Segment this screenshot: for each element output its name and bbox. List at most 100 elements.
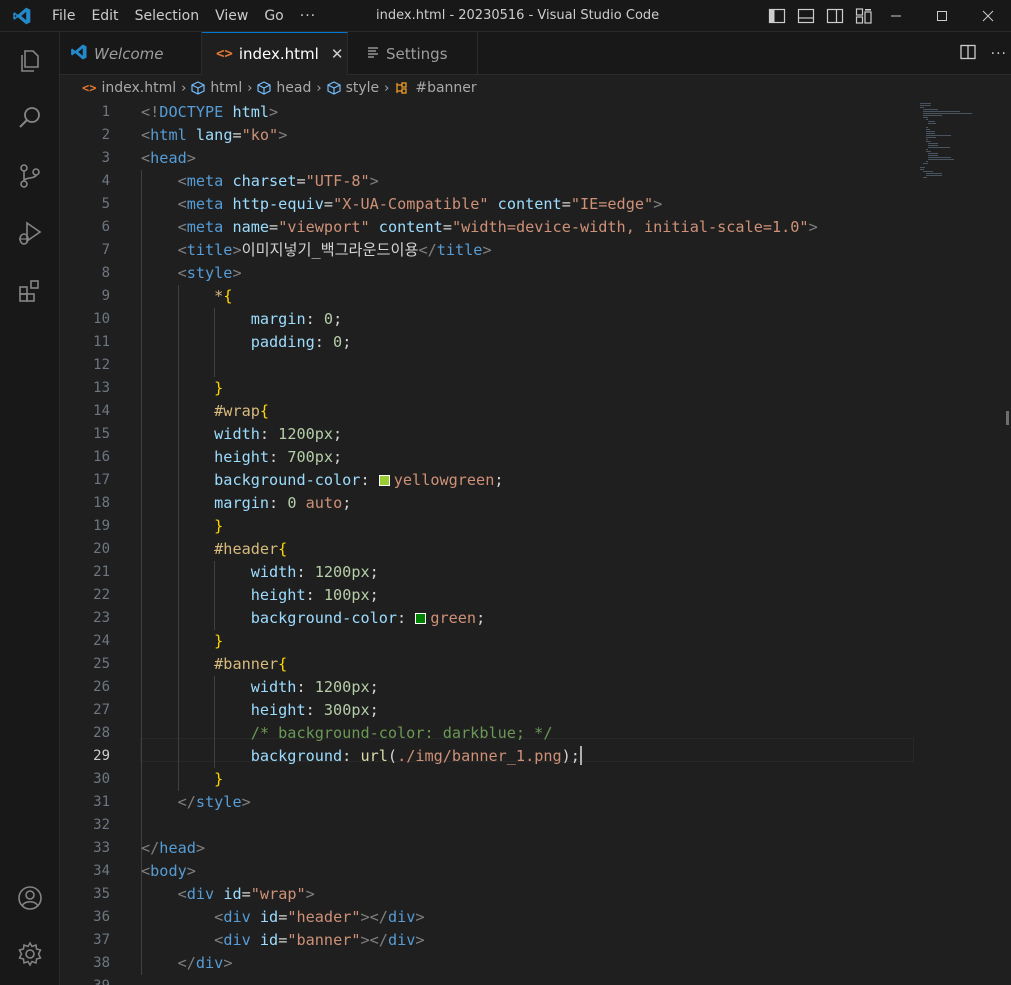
line-number: 27 — [93, 702, 110, 718]
code-line[interactable]: </style> — [141, 791, 251, 814]
line-number: 5 — [101, 196, 110, 212]
line-number: 33 — [93, 840, 110, 856]
line-number: 19 — [93, 518, 110, 534]
extensions-icon[interactable] — [0, 267, 60, 315]
line-number: 29 — [93, 748, 110, 764]
source-control-icon[interactable] — [0, 152, 60, 200]
breadcrumb-item-file[interactable]: <> index.html — [82, 80, 176, 96]
code-token: html — [232, 103, 270, 121]
code-token: div — [387, 908, 416, 926]
code-line[interactable]: <meta name="viewport" content="width=dev… — [141, 216, 818, 239]
accounts-icon[interactable] — [0, 874, 60, 922]
code-line[interactable]: background: url(./img/banner_1.png); — [141, 745, 582, 768]
code-line[interactable]: <body> — [141, 860, 196, 883]
breadcrumb-item-html[interactable]: html — [191, 80, 242, 96]
minimap[interactable] — [918, 101, 998, 221]
toggle-panel-icon[interactable] — [797, 7, 815, 25]
code-line[interactable]: #header{ — [141, 538, 287, 561]
code-line[interactable]: </head> — [141, 837, 205, 860]
code-line[interactable]: <div id="banner"></div> — [141, 929, 424, 952]
editor-scrollbar[interactable] — [997, 101, 1011, 985]
tab-label: Settings — [386, 44, 448, 63]
code-line[interactable]: margin: 0 auto; — [141, 492, 351, 515]
tab-index-html[interactable]: <> index.html ✕ — [202, 32, 348, 75]
code-token: = — [241, 885, 251, 903]
search-icon[interactable] — [0, 94, 60, 142]
code-line[interactable]: /* background-color: darkblue; */ — [141, 722, 553, 745]
code-line[interactable]: padding: 0; — [141, 331, 352, 354]
breadcrumb-item-head[interactable]: head — [257, 80, 311, 96]
code-line[interactable]: <div id="header"></div> — [141, 906, 424, 929]
code-token: height — [214, 448, 270, 466]
code-line[interactable]: background-color: yellowgreen; — [141, 469, 503, 492]
code-line[interactable]: width: 1200px; — [141, 423, 342, 446]
manage-gear-icon[interactable] — [0, 930, 60, 978]
minimap-line — [920, 105, 932, 106]
more-actions-icon[interactable]: ··· — [991, 46, 1007, 62]
color-swatch[interactable] — [378, 475, 390, 486]
code-line[interactable]: height: 700px; — [141, 446, 342, 469]
code-line[interactable]: } — [141, 630, 223, 653]
close-window-button[interactable] — [965, 0, 1011, 32]
code-line[interactable]: <meta charset="UTF-8"> — [141, 170, 379, 193]
code-line[interactable]: } — [141, 377, 223, 400]
maximize-button[interactable] — [919, 0, 965, 32]
breadcrumb-item-style[interactable]: style — [326, 80, 379, 96]
close-icon[interactable]: ✕ — [331, 45, 344, 63]
code-line[interactable]: #banner{ — [141, 653, 287, 676]
cube-symbol-icon — [257, 81, 272, 95]
menu-edit[interactable]: Edit — [83, 0, 126, 32]
color-swatch[interactable] — [415, 613, 427, 624]
code-line[interactable]: } — [141, 515, 223, 538]
toggle-secondary-sidebar-icon[interactable] — [826, 7, 844, 25]
code-token: < — [177, 195, 187, 213]
code-token: DOCTYPE — [159, 103, 224, 121]
code-line[interactable]: </div> — [141, 952, 233, 975]
code-line[interactable]: width: 1200px; — [141, 676, 379, 699]
code-line[interactable]: width: 1200px; — [141, 561, 379, 584]
tab-welcome[interactable]: Welcome — [60, 32, 202, 75]
code-line[interactable]: #wrap{ — [141, 400, 269, 423]
code-line[interactable]: <div id="wrap"> — [141, 883, 315, 906]
toggle-primary-sidebar-icon[interactable] — [768, 7, 786, 25]
menu-file[interactable]: File — [44, 0, 83, 32]
code-line[interactable]: background-color: green; — [141, 607, 485, 630]
code-line[interactable]: <title>이미지넣기_백그라운드이용</title> — [141, 239, 492, 262]
code-token: = — [278, 931, 288, 949]
code-line[interactable]: margin: 0; — [141, 308, 342, 331]
tab-settings[interactable]: Settings — [348, 32, 478, 75]
code-line[interactable]: <head> — [141, 147, 196, 170]
code-line[interactable]: height: 300px; — [141, 699, 379, 722]
menu-go[interactable]: Go — [256, 0, 291, 32]
run-debug-icon[interactable] — [0, 209, 60, 257]
customize-layout-icon[interactable] — [855, 7, 873, 25]
code-token: ./img/banner_1.png — [397, 747, 562, 765]
explorer-icon[interactable] — [0, 37, 60, 85]
code-line[interactable]: <html lang="ko"> — [141, 124, 287, 147]
minimap-line — [922, 163, 929, 164]
breadcrumb-item-banner[interactable]: #banner — [394, 80, 477, 96]
code-line[interactable]: *{ — [141, 285, 232, 308]
code-line[interactable]: <meta http-equiv="X-UA-Compatible" conte… — [141, 193, 663, 216]
line-number: 2 — [101, 127, 110, 143]
menu-more-button[interactable]: ··· — [292, 0, 324, 32]
code-line[interactable]: height: 100px; — [141, 584, 379, 607]
code-line[interactable]: } — [141, 768, 223, 791]
code-token: < — [214, 931, 224, 949]
code-token: = — [561, 195, 571, 213]
code-token: #wrap — [214, 402, 260, 420]
code-token: lang — [195, 126, 233, 144]
line-number: 3 — [101, 150, 110, 166]
menu-selection[interactable]: Selection — [127, 0, 208, 32]
code-line[interactable]: <style> — [141, 262, 242, 285]
code-editor[interactable]: 1 2 3 4 5 6 7 8 9 10 11 12 13 14 15 16 17 18 19 20 21 22 23 24 2… — [60, 101, 1011, 985]
minimize-button[interactable] — [873, 0, 919, 32]
split-editor-icon[interactable] — [959, 43, 977, 65]
menu-view[interactable]: View — [207, 0, 256, 32]
code-line[interactable]: <!DOCTYPE html> — [141, 101, 278, 124]
